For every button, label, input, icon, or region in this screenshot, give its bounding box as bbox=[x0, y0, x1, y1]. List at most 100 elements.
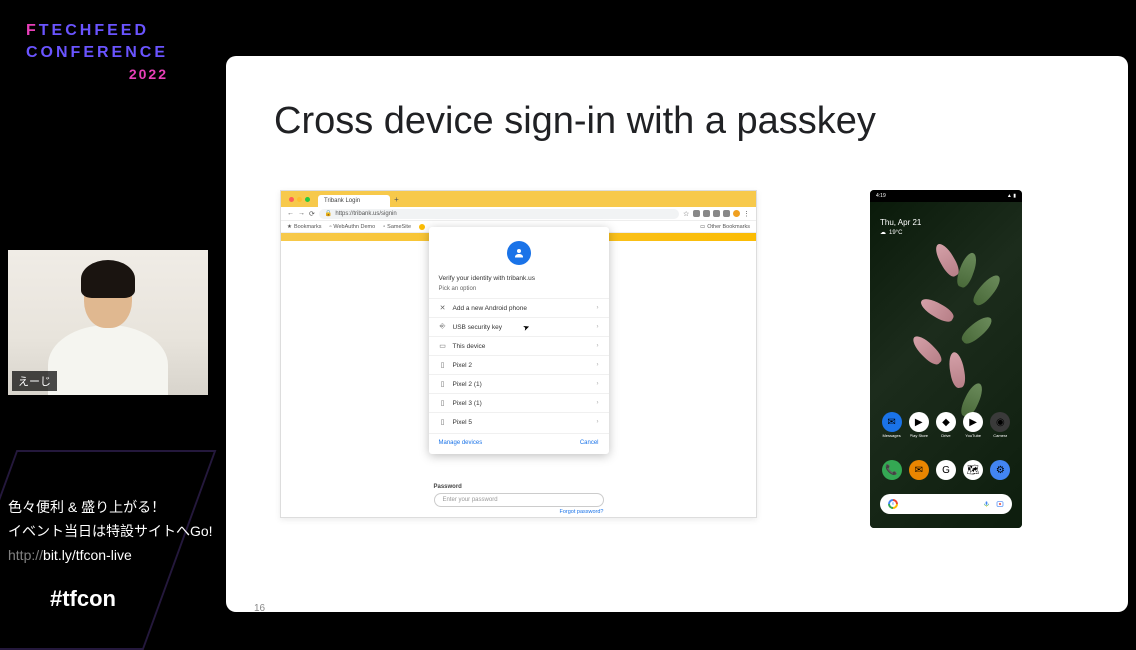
app-glyph-icon: ▶ bbox=[909, 412, 929, 432]
omnibox[interactable]: 🔒 https://tribank.us/signin bbox=[319, 209, 679, 219]
app-glyph-icon: ✉ bbox=[909, 460, 929, 480]
weather-icon: ☁ bbox=[880, 229, 886, 236]
back-button[interactable]: ← bbox=[287, 210, 294, 217]
new-tab-button[interactable]: + bbox=[394, 195, 399, 204]
password-label: Password bbox=[434, 484, 604, 490]
bookmark-item[interactable]: ▫ SameSite bbox=[383, 224, 411, 230]
device-icon: ▯ bbox=[439, 418, 447, 426]
device-icon: ▯ bbox=[439, 361, 447, 369]
app-icon[interactable]: G bbox=[936, 460, 956, 480]
extension-icon[interactable] bbox=[703, 210, 710, 217]
app-icon[interactable]: ◉Camera bbox=[990, 412, 1010, 438]
password-input[interactable]: Enter your password bbox=[434, 493, 604, 507]
menu-icon[interactable]: ⋮ bbox=[743, 210, 750, 217]
app-glyph-icon: G bbox=[936, 460, 956, 480]
app-row: ✉Messages▶Play Store◆Drive▶YouTube◉Camer… bbox=[870, 412, 1022, 438]
device-icon: ▯ bbox=[439, 399, 447, 407]
app-glyph-icon: ✉ bbox=[882, 412, 902, 432]
event-hashtag: #tfcon bbox=[50, 586, 116, 612]
app-glyph-icon: ◉ bbox=[990, 412, 1010, 432]
mic-icon[interactable] bbox=[983, 499, 990, 509]
lens-icon[interactable] bbox=[996, 500, 1004, 508]
app-glyph-icon: 📞 bbox=[882, 460, 902, 480]
device-icon: ▯ bbox=[439, 380, 447, 388]
option-label: Pixel 5 bbox=[453, 419, 591, 426]
date-weather-widget[interactable]: Thu, Apr 21 ☁19°C bbox=[880, 218, 921, 236]
bookmark-star-icon[interactable]: ☆ bbox=[683, 210, 690, 217]
reload-button[interactable]: ⟳ bbox=[309, 210, 315, 218]
lock-icon: 🔒 bbox=[325, 210, 332, 217]
authenticator-option[interactable]: ✕ Add a new Android phone › bbox=[429, 298, 609, 317]
app-icon[interactable]: ▶Play Store bbox=[909, 412, 929, 438]
extension-icon[interactable] bbox=[713, 210, 720, 217]
app-icon[interactable]: ⚙ bbox=[990, 460, 1010, 480]
app-icon[interactable]: ✉ bbox=[909, 460, 929, 480]
app-label: Camera bbox=[993, 433, 1007, 438]
authenticator-option[interactable]: ▯ Pixel 5 › bbox=[429, 412, 609, 431]
app-icon[interactable]: ✉Messages bbox=[882, 412, 902, 438]
extension-icon[interactable] bbox=[723, 210, 730, 217]
app-icon[interactable]: 🗺 bbox=[963, 460, 983, 480]
authenticator-option[interactable]: ▯ Pixel 2 › bbox=[429, 355, 609, 374]
app-label: Drive bbox=[941, 433, 950, 438]
chevron-right-icon: › bbox=[597, 343, 599, 349]
option-label: Pixel 2 bbox=[453, 362, 591, 369]
promo-line-1: 色々便利 & 盛り上がる！ bbox=[8, 496, 213, 520]
close-icon[interactable] bbox=[289, 197, 294, 202]
app-icon[interactable]: ▶YouTube bbox=[963, 412, 983, 438]
option-label: This device bbox=[453, 343, 591, 350]
app-label: YouTube bbox=[965, 433, 981, 438]
tab-title: Tribank Login bbox=[324, 198, 360, 204]
device-icon: ✕ bbox=[439, 304, 447, 312]
bookmark-item[interactable]: ▫ WebAuthn Demo bbox=[329, 224, 375, 230]
address-bar-row: ← → ⟳ 🔒 https://tribank.us/signin ☆ ⋮ bbox=[281, 207, 756, 221]
slide-page-number: 16 bbox=[254, 603, 265, 614]
presenter-name-tag: えーじ bbox=[12, 371, 57, 391]
device-icon: ▭ bbox=[439, 342, 447, 350]
maximize-icon[interactable] bbox=[305, 197, 310, 202]
other-bookmarks[interactable]: ▭ Other Bookmarks bbox=[700, 224, 750, 230]
bookmark-item[interactable]: ★ Bookmarks bbox=[287, 224, 321, 230]
url-text: https://tribank.us/signin bbox=[335, 211, 396, 217]
app-icon[interactable]: ◆Drive bbox=[936, 412, 956, 438]
widget-temp: 19°C bbox=[889, 230, 902, 236]
minimize-icon[interactable] bbox=[297, 197, 302, 202]
status-icons: ▲ ▮ bbox=[1007, 193, 1016, 199]
extension-icon[interactable] bbox=[693, 210, 700, 217]
bookmark-item[interactable] bbox=[419, 224, 425, 230]
webauthn-dialog: Verify your identity with tribank.us Pic… bbox=[429, 227, 609, 454]
app-icon[interactable]: 📞 bbox=[882, 460, 902, 480]
google-search-bar[interactable] bbox=[880, 494, 1012, 514]
device-icon: ⎆ bbox=[439, 323, 447, 331]
chevron-right-icon: › bbox=[597, 381, 599, 387]
phone-mockup: 4:19 ▲ ▮ Thu, Apr 21 ☁19°C ✉Messages▶Pla… bbox=[870, 190, 1022, 528]
manage-devices-link[interactable]: Manage devices bbox=[439, 440, 483, 446]
authenticator-option[interactable]: ▭ This device › bbox=[429, 336, 609, 355]
app-label: Play Store bbox=[910, 433, 928, 438]
authenticator-option[interactable]: ▯Pixel 3 (1)› bbox=[429, 393, 609, 412]
browser-tab[interactable]: Tribank Login bbox=[318, 195, 390, 207]
cancel-button[interactable]: Cancel bbox=[580, 440, 599, 446]
chevron-right-icon: › bbox=[597, 419, 599, 425]
profile-avatar-icon[interactable] bbox=[733, 210, 740, 217]
chevron-right-icon: › bbox=[597, 305, 599, 311]
app-glyph-icon: 🗺 bbox=[963, 460, 983, 480]
browser-window: Tribank Login + ← → ⟳ 🔒 https://tribank.… bbox=[280, 190, 757, 518]
dialog-title: Verify your identity with tribank.us bbox=[429, 275, 609, 282]
user-avatar-icon bbox=[507, 241, 531, 265]
chevron-right-icon: › bbox=[597, 362, 599, 368]
authenticator-option[interactable]: ⎆USB security key› bbox=[429, 317, 609, 336]
app-glyph-icon: ▶ bbox=[963, 412, 983, 432]
promo-line-2: イベント当日は特設サイトへGo! bbox=[8, 520, 213, 544]
event-logo: FTECHFEED CONFERENCE 2022 bbox=[26, 22, 168, 82]
app-glyph-icon: ⚙ bbox=[990, 460, 1010, 480]
dialog-subtitle: Pick an option bbox=[429, 286, 609, 298]
authenticator-option[interactable]: ▯Pixel 2 (1)› bbox=[429, 374, 609, 393]
google-logo-icon bbox=[888, 499, 898, 509]
forgot-password-link[interactable]: Forgot password? bbox=[434, 509, 604, 515]
option-label: Pixel 3 (1) bbox=[453, 400, 591, 407]
window-controls[interactable] bbox=[289, 197, 310, 202]
option-label: Add a new Android phone bbox=[453, 305, 591, 312]
app-dock: 📞 ✉ G 🗺 ⚙ bbox=[870, 460, 1022, 480]
forward-button[interactable]: → bbox=[298, 210, 305, 217]
